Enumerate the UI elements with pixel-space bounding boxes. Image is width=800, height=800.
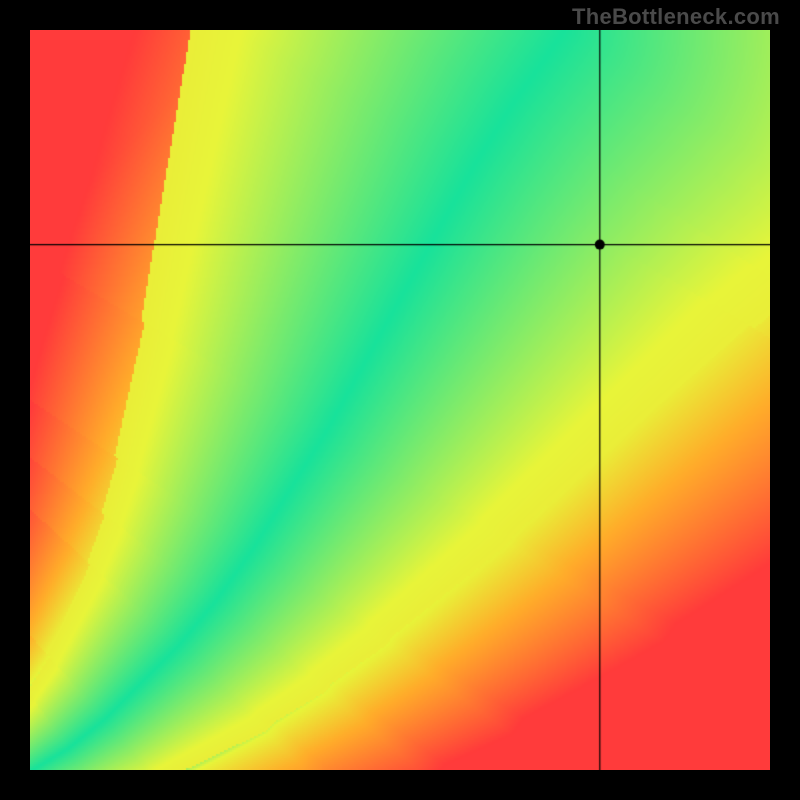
chart-frame: TheBottleneck.com bbox=[0, 0, 800, 800]
bottleneck-heatmap bbox=[30, 30, 770, 770]
watermark-label: TheBottleneck.com bbox=[572, 4, 780, 30]
